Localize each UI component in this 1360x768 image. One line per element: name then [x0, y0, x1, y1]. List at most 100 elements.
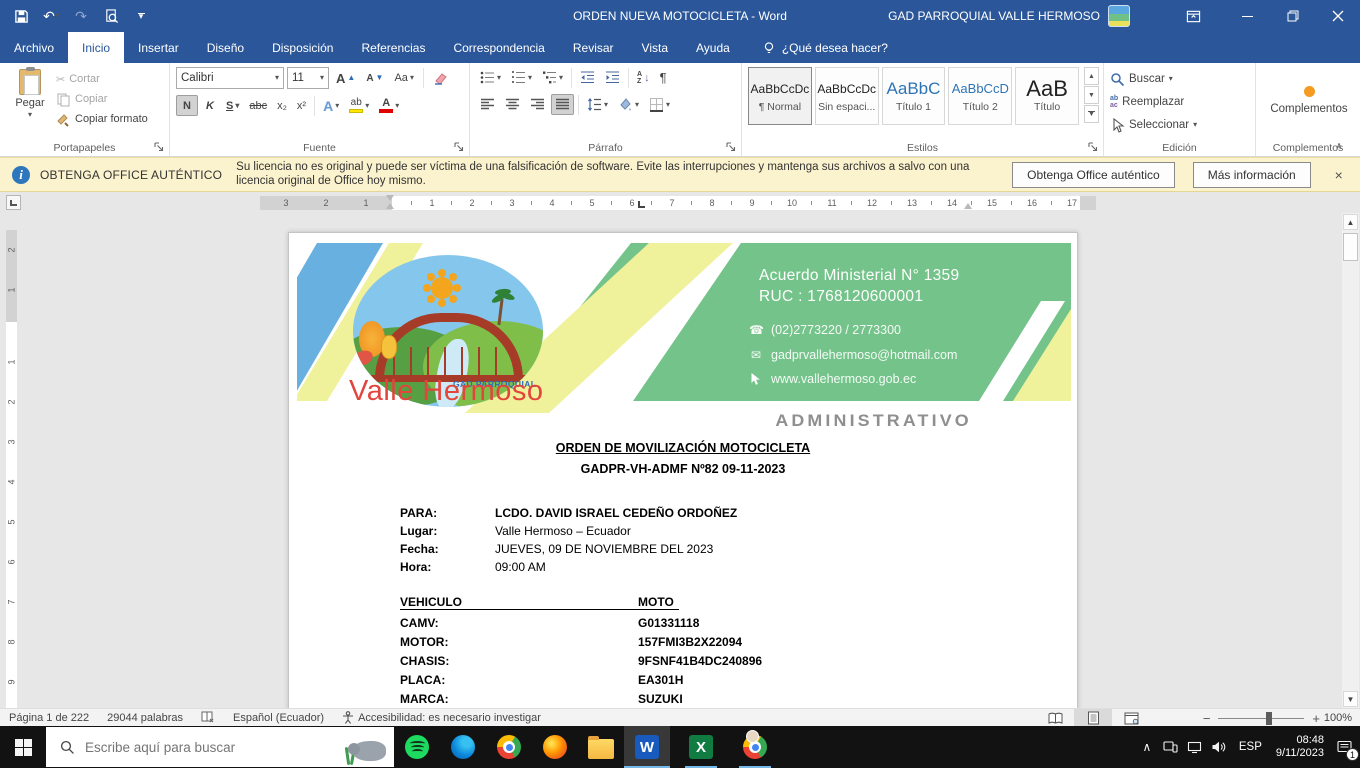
numbering-button[interactable]: ▾ — [507, 67, 536, 88]
style-titulo[interactable]: AaB Título — [1015, 67, 1079, 125]
borders-button[interactable]: ▾ — [645, 94, 674, 115]
ribbon-display-options-button[interactable] — [1174, 0, 1212, 32]
device-icon[interactable] — [1159, 726, 1183, 768]
bullets-button[interactable]: ▾ — [476, 67, 505, 88]
shading-button[interactable]: ▾ — [614, 94, 643, 115]
highlight-button[interactable]: ab ▾ — [345, 95, 373, 116]
sort-button[interactable]: AZ ↓ — [633, 67, 654, 88]
more-info-button[interactable]: Más información — [1193, 162, 1311, 188]
customize-qat-button[interactable]: ▾ — [128, 4, 154, 28]
styles-dialog-launcher[interactable] — [1088, 142, 1099, 153]
language-indicator[interactable]: ESP — [1231, 741, 1270, 753]
taskbar-chrome-profile[interactable] — [732, 726, 778, 768]
vertical-scrollbar[interactable]: ▲ ▼ — [1342, 213, 1359, 708]
multilevel-list-button[interactable]: ▾ — [538, 67, 567, 88]
web-layout-button[interactable] — [1112, 709, 1150, 727]
decrease-indent-button[interactable] — [576, 67, 599, 88]
volume-icon[interactable] — [1207, 726, 1231, 768]
align-left-button[interactable] — [476, 94, 499, 115]
styles-scroll-up[interactable]: ▲ — [1084, 67, 1099, 85]
superscript-button[interactable]: x² — [293, 95, 310, 116]
word-count[interactable]: 29044 palabras — [98, 709, 192, 727]
tab-correspondencia[interactable]: Correspondencia — [439, 32, 558, 63]
increase-indent-button[interactable] — [601, 67, 624, 88]
select-button[interactable]: Seleccionar ▾ — [1110, 115, 1251, 135]
zoom-slider-thumb[interactable] — [1266, 712, 1272, 725]
strikethrough-button[interactable]: abc — [245, 95, 271, 116]
cut-button[interactable]: ✂ Cortar — [54, 69, 150, 89]
vehicle-header-row[interactable]: VEHICULO MOTO — [400, 595, 679, 610]
manatee-image[interactable] — [344, 731, 388, 765]
styles-scroll-down[interactable]: ▼ — [1084, 86, 1099, 104]
clipboard-dialog-launcher[interactable] — [154, 142, 165, 153]
show-marks-button[interactable]: ¶ — [656, 67, 671, 88]
bold-button[interactable]: N — [176, 95, 198, 116]
vehicle-row[interactable]: PLACA: EA301H — [400, 673, 683, 687]
tab-insertar[interactable]: Insertar — [124, 32, 193, 63]
zoom-slider[interactable] — [1218, 718, 1304, 719]
font-dialog-launcher[interactable] — [454, 142, 465, 153]
vehicle-row[interactable]: MARCA: SUZUKI — [400, 692, 683, 706]
minimize-button[interactable] — [1225, 0, 1270, 32]
right-indent-marker[interactable] — [964, 203, 972, 209]
save-icon[interactable] — [8, 4, 34, 28]
zoom-in-button[interactable]: + — [1312, 711, 1320, 726]
scroll-up-button[interactable]: ▲ — [1343, 214, 1358, 230]
tab-revisar[interactable]: Revisar — [559, 32, 628, 63]
line-spacing-button[interactable]: ▾ — [583, 94, 612, 115]
align-right-button[interactable] — [526, 94, 549, 115]
doc-title-line1[interactable]: ORDEN DE MOVILIZACIÓN MOTOCICLETA — [289, 441, 1077, 455]
doc-info-row[interactable]: Lugar: Valle Hermoso – Ecuador — [400, 524, 631, 538]
taskbar-file-explorer[interactable] — [578, 726, 624, 768]
first-line-indent-marker[interactable] — [386, 195, 394, 201]
account-info[interactable]: GAD PARROQUIAL VALLE HERMOSO — [888, 0, 1130, 32]
accessibility-status[interactable]: Accesibilidad: es necesario investigar — [333, 709, 550, 727]
taskbar-excel[interactable]: X — [678, 726, 724, 768]
tab-stop-marker[interactable] — [638, 201, 645, 208]
hidden-icons-chevron[interactable]: ∧ — [1135, 726, 1159, 768]
taskbar-edge[interactable] — [440, 726, 486, 768]
tab-inicio[interactable]: Inicio — [68, 32, 124, 63]
taskbar-clock[interactable]: 08:48 9/11/2023 — [1270, 734, 1330, 760]
page-indicator[interactable]: Página 1 de 222 — [0, 709, 98, 727]
tab-disposicion[interactable]: Disposición — [258, 32, 347, 63]
find-button[interactable]: Buscar ▾ — [1110, 69, 1251, 89]
taskbar-chrome[interactable] — [486, 726, 532, 768]
tell-me-search[interactable]: ¿Qué desea hacer? — [744, 32, 888, 63]
language-status[interactable]: Español (Ecuador) — [224, 709, 333, 727]
subscript-button[interactable]: x₂ — [273, 95, 291, 116]
search-input[interactable] — [85, 740, 325, 755]
addins-button[interactable]: Complementos — [1262, 67, 1356, 133]
print-layout-button[interactable] — [1074, 709, 1112, 727]
start-button[interactable] — [0, 726, 46, 768]
style-normal[interactable]: AaBbCcDc ¶ Normal — [748, 67, 812, 125]
action-center-button[interactable]: 1 — [1330, 726, 1360, 768]
hanging-indent-marker[interactable] — [386, 203, 394, 209]
proofing-status[interactable] — [192, 709, 224, 727]
justify-button[interactable] — [551, 94, 574, 115]
taskbar-search-box[interactable] — [46, 727, 394, 767]
close-button[interactable] — [1315, 0, 1360, 32]
vehicle-row[interactable]: MOTOR: 157FMI3B2X22094 — [400, 635, 742, 649]
tab-ayuda[interactable]: Ayuda — [682, 32, 744, 63]
replace-button[interactable]: abac Reemplazar — [1110, 92, 1251, 112]
network-icon[interactable] — [1183, 726, 1207, 768]
font-family-select[interactable]: Calibri ▾ — [176, 67, 284, 89]
format-painter-button[interactable]: Copiar formato — [54, 109, 150, 129]
styles-gallery-more[interactable]: ▼ — [1084, 105, 1099, 123]
restore-button[interactable] — [1270, 0, 1315, 32]
italic-button[interactable]: K — [200, 95, 220, 116]
style-titulo-2[interactable]: AaBbCcD Título 2 — [948, 67, 1012, 125]
align-center-button[interactable] — [501, 94, 524, 115]
doc-info-row[interactable]: PARA: LCDO. DAVID ISRAEL CEDEÑO ORDOÑEZ — [400, 506, 737, 520]
tab-archivo[interactable]: Archivo — [0, 32, 68, 63]
vertical-ruler[interactable]: 21 123456789 — [6, 230, 17, 708]
tab-stop-selector[interactable] — [6, 195, 21, 210]
style-sin-espaciado[interactable]: AaBbCcDc Sin espaci... — [815, 67, 879, 125]
get-genuine-office-button[interactable]: Obtenga Office auténtico — [1012, 162, 1175, 188]
paste-button[interactable]: Pegar ▾ — [6, 67, 54, 129]
tab-vista[interactable]: Vista — [628, 32, 682, 63]
undo-button[interactable]: ↶▾ — [38, 4, 64, 28]
font-color-button[interactable]: A ▾ — [375, 95, 403, 116]
clear-formatting-button[interactable] — [429, 68, 452, 89]
